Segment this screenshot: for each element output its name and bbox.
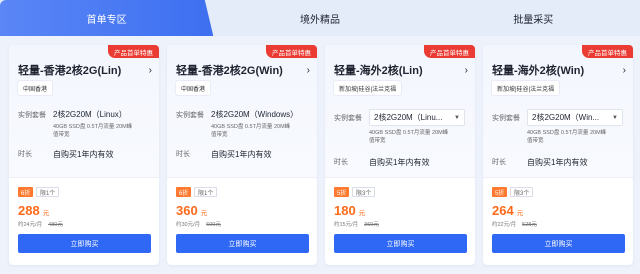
card-title-row[interactable]: 轻量-海外2核(Win) ›: [492, 62, 626, 78]
chevron-right-icon: ›: [622, 64, 626, 76]
price-unit: 元: [516, 210, 524, 217]
price-amount: 180: [334, 203, 356, 218]
tab-bar: 首单专区 境外精品 批量采买: [0, 0, 640, 36]
discount-badge: 5折: [492, 187, 508, 197]
price-unit: 元: [42, 210, 50, 217]
product-title: 轻量-香港2核2G(Win): [176, 65, 283, 77]
package-label: 实例套餐: [334, 115, 362, 122]
product-card: 产品首单特惠 轻量-香港2核2G(Win) › 中国香港 实例套餐 2核2G20…: [167, 45, 317, 265]
price-amount: 288: [18, 203, 40, 218]
package-label: 实例套餐: [492, 115, 520, 122]
discount-badge: 6折: [18, 187, 34, 197]
price-amount: 360: [176, 203, 198, 218]
promo-ribbon: 产品首单特惠: [266, 45, 317, 58]
price-sub: 约24元/月 480元: [18, 220, 63, 228]
package-desc: 40GB SSD盘 0.5T月流量 20M峰 值带宽: [527, 130, 607, 144]
product-card: 产品首单特惠 轻量-海外2核(Win) › 新加坡|硅谷|法兰克福 实例套餐 2…: [483, 45, 633, 265]
tab-overseas[interactable]: 境外精品: [213, 0, 426, 36]
price-amount: 264: [492, 203, 514, 218]
duration-label: 时长: [18, 151, 32, 158]
price: 288 元: [18, 203, 49, 218]
original-price: 360元: [364, 222, 379, 228]
duration-value: 自购买1年内有效: [211, 150, 272, 159]
promo-ribbon: 产品首单特惠: [424, 45, 475, 58]
package-label: 实例套餐: [176, 112, 204, 119]
card-title-row[interactable]: 轻量-海外2核(Lin) ›: [334, 62, 468, 78]
caret-down-icon: ▼: [454, 114, 460, 121]
limit-badge: 限3个: [352, 187, 376, 197]
divider: [483, 177, 633, 178]
package-desc: 40GB SSD盘 0.5T月流量 20M峰 值带宽: [211, 124, 291, 138]
region-tag: 新加坡|硅谷|法兰克福: [334, 81, 402, 95]
package-value: 2核2G20M（Linux）: [53, 110, 127, 119]
duration-value: 自购买1年内有效: [53, 150, 114, 159]
product-card: 产品首单特惠 轻量-海外2核(Lin) › 新加坡|硅谷|法兰克福 实例套餐 2…: [325, 45, 475, 265]
monthly-price: 约30元/月: [176, 222, 201, 228]
product-title: 轻量-香港2核2G(Lin): [18, 65, 122, 77]
buy-button[interactable]: 立即购买: [492, 234, 625, 253]
product-title: 轻量-海外2核(Lin): [334, 65, 423, 77]
price: 360 元: [176, 203, 207, 218]
product-card: 产品首单特惠 轻量-香港2核2G(Lin) › 中国香港 实例套餐 2核2G20…: [9, 45, 159, 265]
package-value: 2核2G20M（Windows）: [211, 110, 299, 119]
chevron-right-icon: ›: [306, 64, 310, 76]
duration-label: 时长: [334, 159, 348, 166]
chevron-right-icon: ›: [148, 64, 152, 76]
price-sub: 约22元/月 528元: [492, 220, 537, 228]
package-select-value: 2核2G20M（Win...: [532, 113, 600, 122]
price: 264 元: [492, 203, 523, 218]
discount-badge: 5折: [334, 187, 350, 197]
package-desc: 40GB SSD盘 0.5T月流量 20M峰 值带宽: [369, 130, 449, 144]
package-select-value: 2核2G20M（Linu...: [374, 113, 443, 122]
chevron-right-icon: ›: [464, 64, 468, 76]
buy-button[interactable]: 立即购买: [18, 234, 151, 253]
package-select[interactable]: 2核2G20M（Win... ▼: [527, 109, 623, 126]
caret-down-icon: ▼: [612, 114, 618, 121]
monthly-price: 约24元/月: [18, 222, 43, 228]
monthly-price: 约15元/月: [334, 222, 359, 228]
product-title: 轻量-海外2核(Win): [492, 65, 585, 77]
price-sub: 约15元/月 360元: [334, 220, 379, 228]
limit-badge: 限3个: [510, 187, 534, 197]
limit-badge: 限1个: [194, 187, 218, 197]
original-price: 528元: [522, 222, 537, 228]
price-sub: 约30元/月 600元: [176, 220, 221, 228]
package-label: 实例套餐: [18, 112, 46, 119]
divider: [325, 177, 475, 178]
card-title-row[interactable]: 轻量-香港2核2G(Win) ›: [176, 62, 310, 78]
promo-ribbon: 产品首单特惠: [108, 45, 159, 58]
package-select[interactable]: 2核2G20M（Linu... ▼: [369, 109, 465, 126]
buy-button[interactable]: 立即购买: [334, 234, 467, 253]
tab-bulk[interactable]: 批量采买: [427, 0, 640, 36]
tab-first-order[interactable]: 首单专区: [0, 0, 214, 36]
duration-value: 自购买1年内有效: [369, 158, 430, 167]
divider: [167, 177, 317, 178]
region-tag: 新加坡|硅谷|法兰克福: [492, 81, 560, 95]
region-tag: 中国香港: [18, 81, 53, 95]
price-unit: 元: [358, 210, 366, 217]
region-tag: 中国香港: [176, 81, 211, 95]
duration-label: 时长: [176, 151, 190, 158]
original-price: 600元: [206, 222, 221, 228]
package-desc: 40GB SSD盘 0.5T月流量 20M峰 值带宽: [53, 124, 133, 138]
divider: [9, 177, 159, 178]
promo-ribbon: 产品首单特惠: [582, 45, 633, 58]
price-unit: 元: [200, 210, 208, 217]
buy-button[interactable]: 立即购买: [176, 234, 309, 253]
product-cards: 产品首单特惠 轻量-香港2核2G(Lin) › 中国香港 实例套餐 2核2G20…: [9, 45, 633, 265]
limit-badge: 限1个: [36, 187, 60, 197]
discount-badge: 6折: [176, 187, 192, 197]
price: 180 元: [334, 203, 365, 218]
original-price: 480元: [48, 222, 63, 228]
duration-value: 自购买1年内有效: [527, 158, 588, 167]
card-title-row[interactable]: 轻量-香港2核2G(Lin) ›: [18, 62, 152, 78]
duration-label: 时长: [492, 159, 506, 166]
monthly-price: 约22元/月: [492, 222, 517, 228]
